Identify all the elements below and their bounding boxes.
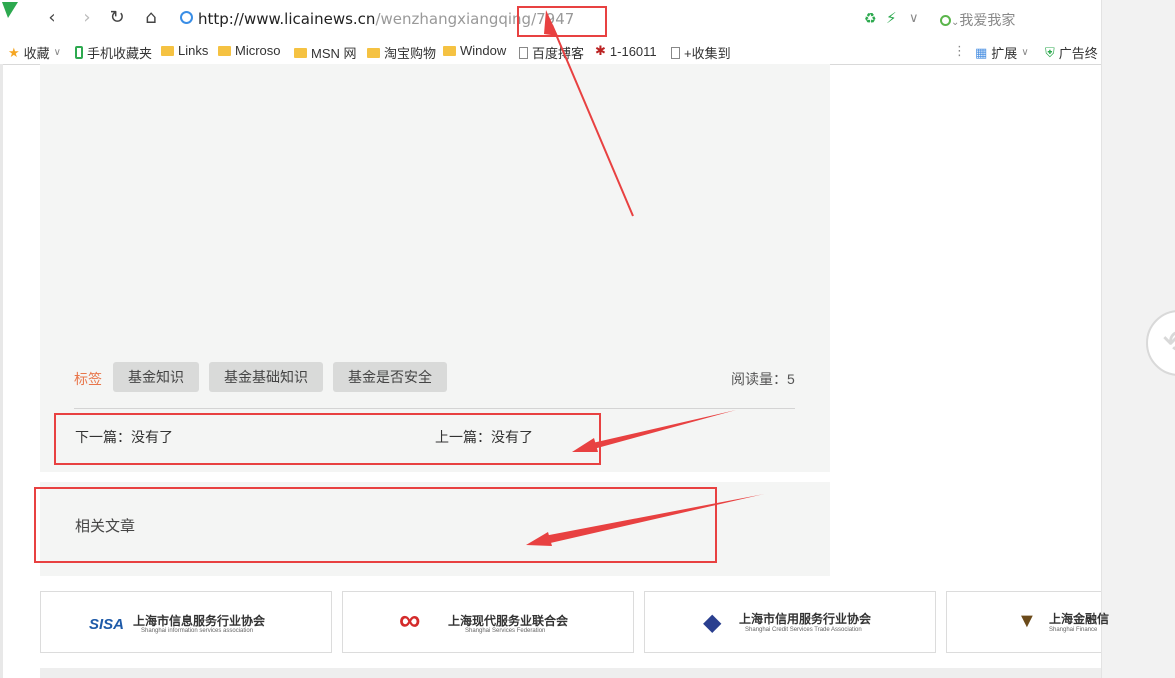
arrow-nav (572, 410, 736, 452)
annotation-arrows (526, 10, 764, 546)
arrow-related (526, 494, 764, 546)
arrow-url (544, 10, 634, 217)
